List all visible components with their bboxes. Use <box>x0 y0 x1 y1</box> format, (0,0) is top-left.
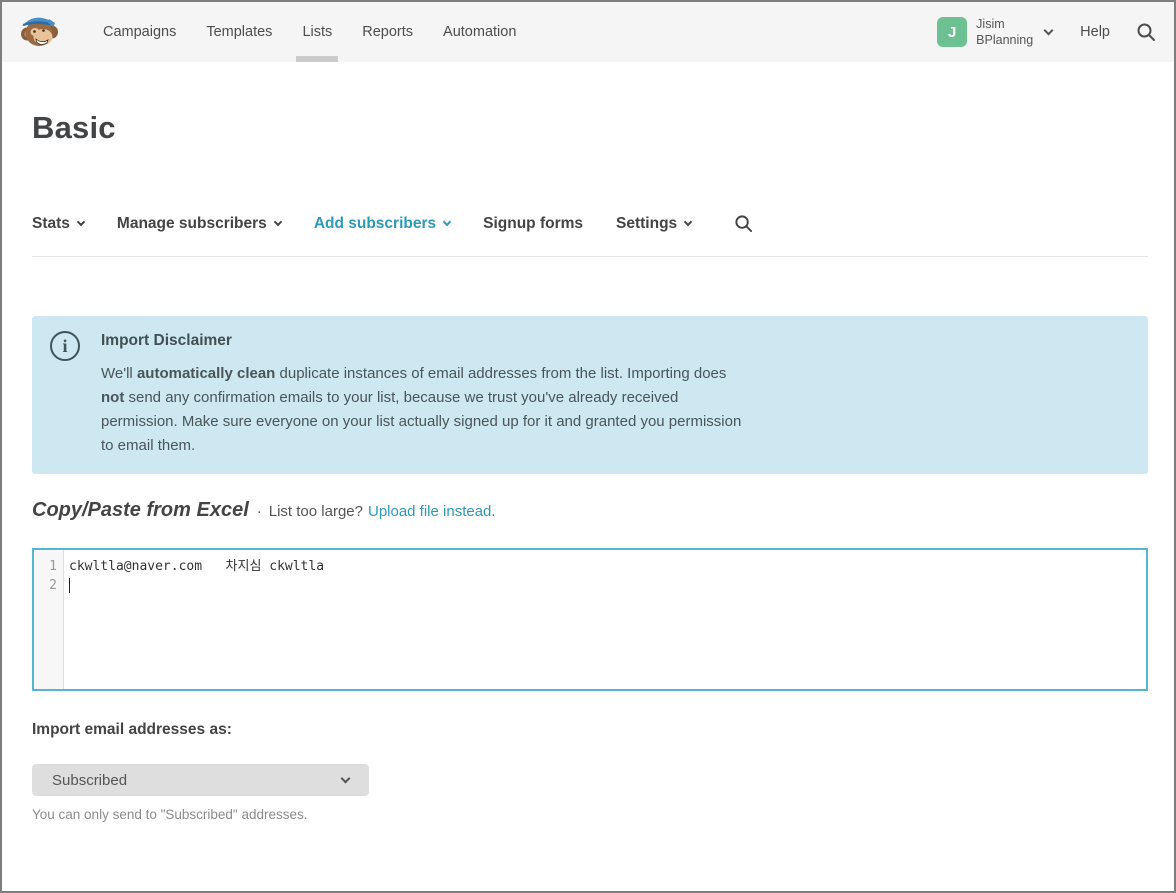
subnav-label: Signup forms <box>483 214 584 232</box>
editor-line-2 <box>69 576 1146 595</box>
subnav-item-manage-subscribers[interactable]: Manage subscribers <box>116 214 283 233</box>
disclaimer-text-bold: automatically clean <box>136 365 276 382</box>
account-orgname: BPlanning <box>976 33 1034 47</box>
avatar[interactable]: J <box>937 17 968 47</box>
subnav-item-signup-forms[interactable]: Signup forms <box>483 215 583 233</box>
import-disclaimer-callout: i Import Disclaimer We'll automatically … <box>32 316 1148 474</box>
account-menu[interactable]: Jisim BPlanning <box>976 16 1033 48</box>
sentence-period: . <box>491 503 496 520</box>
topnav-right: J Jisim BPlanning Help <box>937 16 1156 48</box>
dot-separator: · <box>256 503 262 520</box>
chevron-down-icon <box>76 217 86 227</box>
disclaimer-text: send any confirmation emails to your lis… <box>101 389 742 454</box>
nav-item-campaigns[interactable]: Campaigns <box>88 2 191 62</box>
upload-file-instead-link[interactable]: Upload file instead <box>368 503 491 520</box>
list-too-large-text: List too large? <box>268 503 363 520</box>
freddie-monkey-icon <box>19 9 59 56</box>
avatar-initial: J <box>948 23 957 41</box>
disclaimer-body: We'll automatically clean duplicate inst… <box>101 362 743 458</box>
disclaimer-title: Import Disclaimer <box>101 332 232 349</box>
nav-item-automation[interactable]: Automation <box>428 2 531 62</box>
copy-paste-heading: Copy/Paste from Excel <box>32 499 249 521</box>
mailchimp-logo[interactable] <box>18 10 60 54</box>
info-icon: i <box>50 331 80 361</box>
primary-nav: Campaigns Templates Lists Reports Automa… <box>88 2 531 62</box>
help-link[interactable]: Help <box>1080 24 1110 40</box>
chevron-down-icon <box>273 217 283 227</box>
paste-subscribers-editor: 1 2 ckwltla@naver.com 차지심 ckwltla <box>32 548 1148 691</box>
chevron-down-icon[interactable] <box>1043 25 1054 35</box>
import-status-select[interactable]: Subscribed <box>32 764 369 796</box>
nav-label: Campaigns <box>103 24 177 40</box>
line-number: 2 <box>49 578 57 593</box>
disclaimer-text: duplicate instances of email addresses f… <box>275 365 727 382</box>
nav-label: Automation <box>443 24 517 40</box>
disclaimer-text-bold: not <box>101 389 125 406</box>
copy-paste-heading-row: Copy/Paste from Excel · List too large? … <box>32 499 496 522</box>
subscriber-search-button[interactable] <box>734 214 753 233</box>
section-divider <box>32 256 1148 257</box>
editor-text-input[interactable]: ckwltla@naver.com 차지심 ckwltla <box>64 550 1146 689</box>
mailchimp-list-import-page: { "topnav": { "items": [ { "label": "Cam… <box>0 0 1176 893</box>
disclaimer-text: We'll <box>101 365 137 382</box>
subnav-item-settings[interactable]: Settings <box>616 214 693 233</box>
chevron-down-icon <box>340 773 351 784</box>
subnav-label: Manage subscribers <box>116 214 267 232</box>
nav-item-reports[interactable]: Reports <box>347 2 428 62</box>
subnav-label: Stats <box>32 214 70 232</box>
import-note: You can only send to "Subscribed" addres… <box>32 807 308 822</box>
search-icon <box>735 215 753 233</box>
nav-label: Lists <box>302 24 333 40</box>
list-subnav: Stats Manage subscribers Add subscribers… <box>32 214 753 233</box>
nav-label: Templates <box>206 24 273 40</box>
line-number: 1 <box>49 559 57 574</box>
nav-label: Reports <box>362 24 414 40</box>
line-number-gutter: 1 2 <box>34 550 64 689</box>
selected-option: Subscribed <box>52 771 128 789</box>
subnav-item-add-subscribers[interactable]: Add subscribers <box>313 214 452 233</box>
chevron-down-icon <box>442 217 452 227</box>
top-navbar: Campaigns Templates Lists Reports Automa… <box>2 2 1174 62</box>
nav-item-templates[interactable]: Templates <box>191 2 287 62</box>
active-nav-underline <box>296 56 339 62</box>
subnav-item-stats[interactable]: Stats <box>32 214 86 233</box>
page-title: Basic <box>32 110 116 145</box>
global-search-button[interactable] <box>1136 22 1156 42</box>
subnav-label: Add subscribers <box>313 214 437 232</box>
text-caret <box>69 578 70 593</box>
import-as-label: Import email addresses as: <box>32 721 232 738</box>
subnav-label: Settings <box>616 214 678 232</box>
search-icon <box>1137 23 1155 41</box>
editor-line-1: ckwltla@naver.com 차지심 ckwltla <box>69 559 325 574</box>
account-username: Jisim <box>976 17 1005 31</box>
chevron-down-icon <box>683 217 693 227</box>
nav-item-lists[interactable]: Lists <box>287 2 347 62</box>
